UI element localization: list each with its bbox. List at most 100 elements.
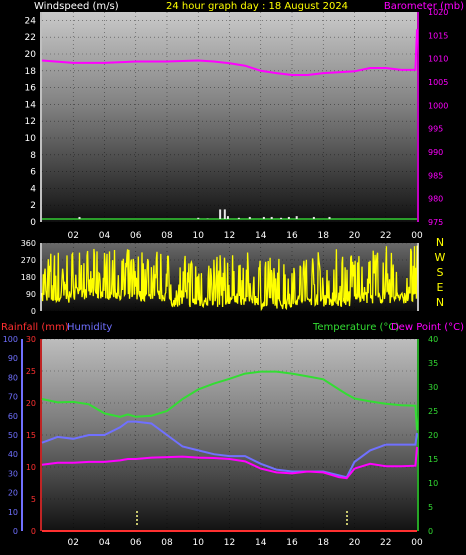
weather-chart: 0246810121416182022249759809859909951000… [1, 1, 465, 548]
rain-humidity-temp-panel: 0102030405060708090100051015202530051015… [1, 322, 464, 548]
chart-title: 24 hour graph day : 18 August 2024 [166, 1, 348, 12]
x-tick-label: 08 [161, 231, 173, 241]
direction-tick-label: 270 [21, 256, 36, 265]
temperature-tick-label: 25 [428, 407, 438, 416]
barometer-tick-label: 1010 [428, 55, 448, 64]
direction-tick-label: 0 [31, 307, 36, 316]
humidity-tick-label: 10 [8, 508, 18, 517]
windspeed-tick-label: 22 [25, 33, 36, 43]
x-tick-label: 08 [161, 538, 173, 548]
windspeed-tick-label: 0 [30, 218, 36, 228]
windspeed-tick-label: 2 [30, 201, 36, 211]
windspeed-bar [328, 216, 331, 219]
barometer-tick-label: 995 [428, 125, 443, 134]
compass-label: W [435, 251, 446, 264]
x-tick-label: 10 [193, 231, 205, 241]
x-tick-label: 20 [349, 231, 361, 241]
windspeed-bar [78, 216, 81, 219]
direction-tick-label: 90 [26, 290, 36, 299]
temperature-tick-label: 10 [428, 479, 438, 488]
wind-direction-panel: 090180270360 NWSEN [21, 236, 446, 316]
windspeed-bar [223, 209, 226, 219]
direction-tick-label: 360 [21, 239, 36, 248]
rainfall-tick-label: 5 [31, 495, 36, 504]
windspeed-tick-label: 12 [25, 117, 36, 127]
windspeed-tick-label: 16 [25, 84, 37, 94]
temperature-tick-label: 30 [428, 383, 438, 392]
humidity-tick-label: 30 [8, 469, 18, 478]
x-tick-label: 00 [411, 538, 423, 548]
windspeed-bar [262, 216, 265, 219]
barometer-tick-label: 985 [428, 171, 443, 180]
rainfall-tick-label: 0 [31, 527, 36, 536]
barometer-tick-label: 1005 [428, 78, 448, 87]
rainfall-axis-title: Rainfall (mm) [1, 322, 69, 333]
windspeed-bar [237, 217, 240, 219]
windspeed-bar [226, 216, 229, 219]
windspeed-bar [219, 209, 222, 219]
x-tick-label: 10 [193, 538, 205, 548]
x-tick-label: 12 [224, 538, 235, 548]
humidity-tick-label: 70 [8, 393, 18, 402]
windspeed-tick-label: 8 [30, 151, 36, 161]
x-tick-label: 18 [318, 231, 330, 241]
temperature-tick-label: 0 [428, 527, 433, 536]
temperature-axis-title: Temperature (°C) [312, 322, 399, 333]
windspeed-tick-label: 10 [25, 134, 37, 144]
x-tick-label: 04 [99, 538, 111, 548]
temperature-tick-label: 20 [428, 431, 438, 440]
windspeed-tick-label: 18 [25, 67, 37, 77]
humidity-tick-label: 40 [8, 450, 18, 459]
compass-label: S [437, 266, 444, 279]
windspeed-bar [270, 216, 273, 219]
windspeed-bar [295, 216, 298, 219]
humidity-axis-title: Humidity [67, 322, 112, 333]
x-tick-label: 02 [68, 538, 79, 548]
rainfall-tick-label: 25 [26, 367, 36, 376]
humidity-tick-label: 90 [8, 354, 18, 363]
temperature-tick-label: 15 [428, 455, 438, 464]
x-tick-label: 14 [255, 231, 267, 241]
humidity-tick-label: 100 [3, 335, 18, 344]
windspeed-tick-label: 20 [25, 50, 37, 60]
barometer-tick-label: 980 [428, 195, 443, 204]
windspeed-tick-label: 24 [25, 16, 37, 26]
x-tick-label: 04 [99, 231, 111, 241]
rainfall-tick-label: 10 [26, 463, 36, 472]
wind-baro-panel: 0246810121416182022249759809859909951000… [25, 1, 465, 241]
x-tick-label: 22 [380, 538, 391, 548]
x-tick-label: 22 [380, 231, 391, 241]
humidity-tick-label: 80 [8, 373, 18, 382]
x-tick-label: 18 [318, 538, 330, 548]
windspeed-tick-label: 6 [30, 168, 36, 178]
temperature-tick-label: 35 [428, 359, 438, 368]
humidity-tick-label: 20 [8, 489, 18, 498]
windspeed-bar [312, 216, 315, 219]
x-tick-label: 12 [224, 231, 235, 241]
dew-point-axis-title: Dew Point (°C) [391, 322, 464, 333]
temperature-tick-label: 5 [428, 503, 433, 512]
x-tick-label: 16 [286, 538, 298, 548]
barometer-axis-title: Barometer (mb) [384, 1, 464, 12]
windspeed-tick-label: 4 [30, 184, 36, 194]
barometer-tick-label: 990 [428, 148, 443, 157]
barometer-tick-label: 975 [428, 218, 443, 227]
humidity-tick-label: 60 [8, 412, 18, 421]
compass-label: E [437, 281, 444, 294]
x-tick-label: 14 [255, 538, 267, 548]
barometer-tick-label: 1015 [428, 31, 448, 40]
x-tick-label: 16 [286, 231, 298, 241]
windspeed-bar [248, 216, 251, 219]
windspeed-bar [287, 216, 290, 219]
windspeed-bar [197, 217, 200, 219]
humidity-tick-label: 0 [13, 527, 18, 536]
x-tick-label: 06 [130, 231, 142, 241]
x-tick-label: 20 [349, 538, 361, 548]
direction-tick-label: 180 [21, 273, 36, 282]
windspeed-tick-label: 14 [25, 100, 37, 110]
rainfall-tick-label: 15 [26, 431, 36, 440]
barometer-tick-label: 1000 [428, 101, 448, 110]
windspeed-axis-title: Windspeed (m/s) [34, 1, 119, 12]
compass-label: N [436, 236, 444, 249]
x-tick-label: 02 [68, 231, 79, 241]
